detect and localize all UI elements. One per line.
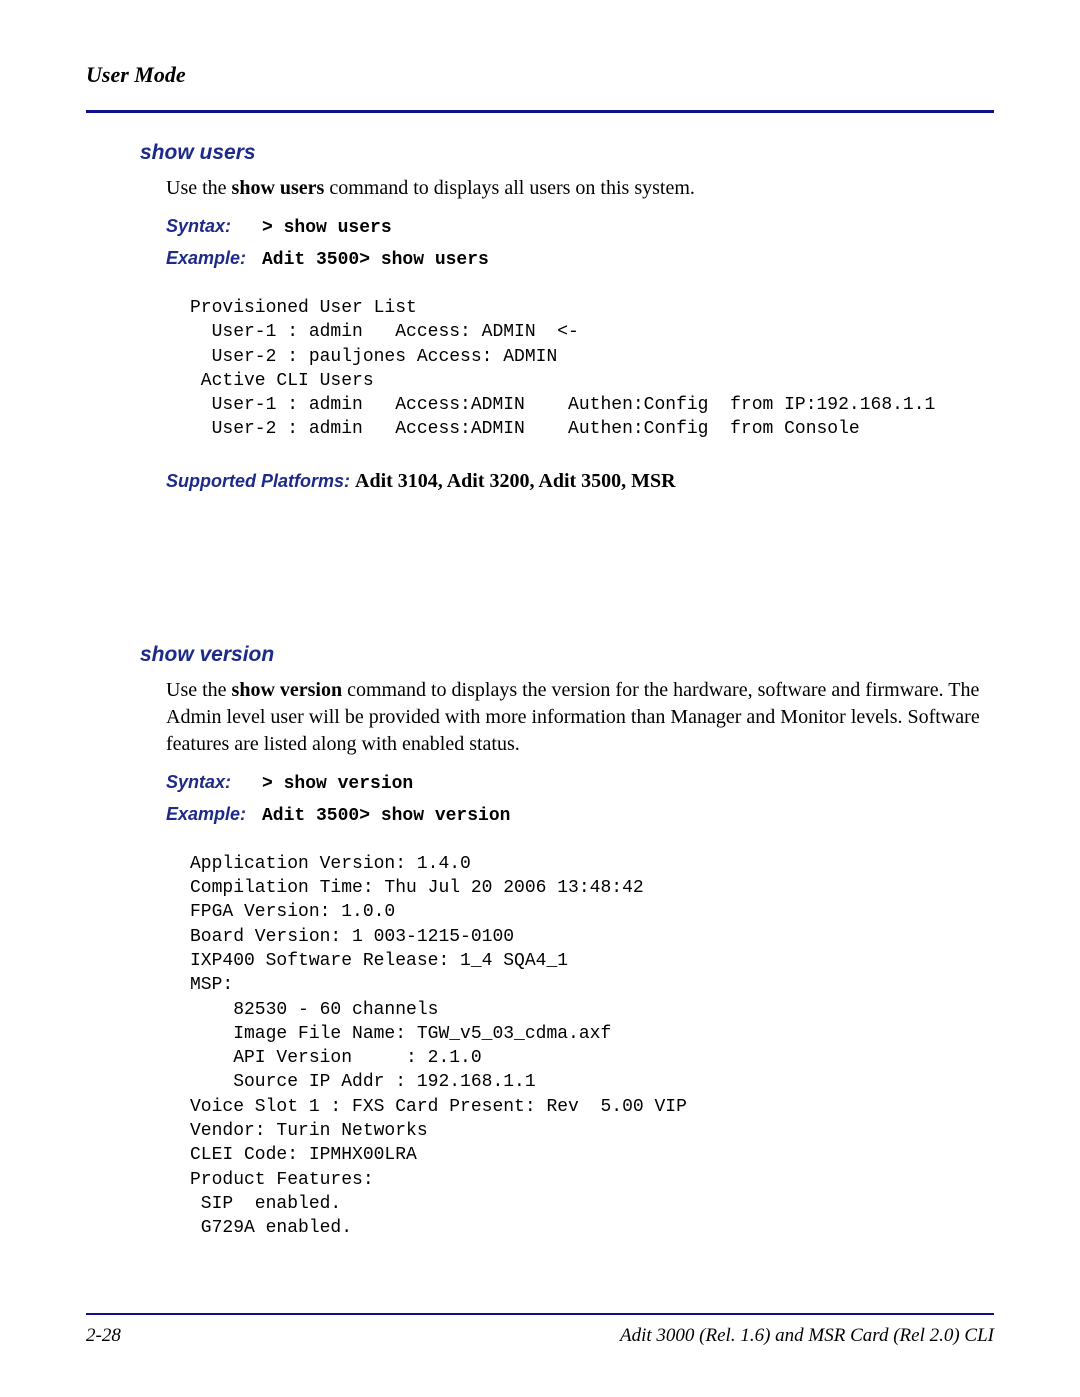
section-heading-show-users: show users [140, 141, 994, 165]
syntax-row-show-version: Syntax: > show version [166, 772, 994, 794]
intro-cmd: show users [232, 177, 325, 199]
syntax-value: > show users [262, 218, 392, 238]
intro-show-version: Use the show version command to displays… [166, 677, 994, 758]
supported-row-show-users: Supported Platforms: Adit 3104, Adit 320… [166, 470, 994, 493]
terminal-output-show-version: Application Version: 1.4.0 Compilation T… [190, 852, 994, 1241]
section-heading-show-version: show version [140, 643, 994, 667]
footer-rule [86, 1313, 994, 1315]
example-row-show-users: Example: Adit 3500> show users [166, 248, 994, 270]
syntax-row-show-users: Syntax: > show users [166, 216, 994, 238]
footer-page-number: 2-28 [86, 1325, 121, 1347]
intro-text-post: command to displays all users on this sy… [324, 177, 695, 199]
page-header-title: User Mode [86, 62, 994, 88]
intro-show-users: Use the show users command to displays a… [166, 175, 994, 202]
footer-line: 2-28 Adit 3000 (Rel. 1.6) and MSR Card (… [86, 1325, 994, 1347]
intro-text-pre: Use the [166, 177, 232, 199]
syntax-label: Syntax: [166, 216, 248, 237]
example-row-show-version: Example: Adit 3500> show version [166, 804, 994, 826]
intro-text-pre: Use the [166, 679, 232, 701]
section-gap [140, 533, 994, 643]
intro-cmd: show version [232, 679, 343, 701]
page-footer: 2-28 Adit 3000 (Rel. 1.6) and MSR Card (… [86, 1313, 994, 1347]
example-value: Adit 3500> show users [262, 250, 489, 270]
page-body: User Mode show users Use the show users … [0, 0, 1080, 1241]
content-area: show users Use the show users command to… [86, 141, 994, 1241]
terminal-output-show-users: Provisioned User List User-1 : admin Acc… [190, 296, 994, 442]
example-label: Example: [166, 804, 248, 825]
example-label: Example: [166, 248, 248, 269]
syntax-value: > show version [262, 774, 413, 794]
supported-label: Supported Platforms: [166, 471, 355, 491]
syntax-label: Syntax: [166, 772, 248, 793]
footer-doc-title: Adit 3000 (Rel. 1.6) and MSR Card (Rel 2… [620, 1325, 994, 1347]
header-rule [86, 110, 994, 113]
example-value: Adit 3500> show version [262, 806, 510, 826]
supported-value: Adit 3104, Adit 3200, Adit 3500, MSR [355, 470, 676, 492]
